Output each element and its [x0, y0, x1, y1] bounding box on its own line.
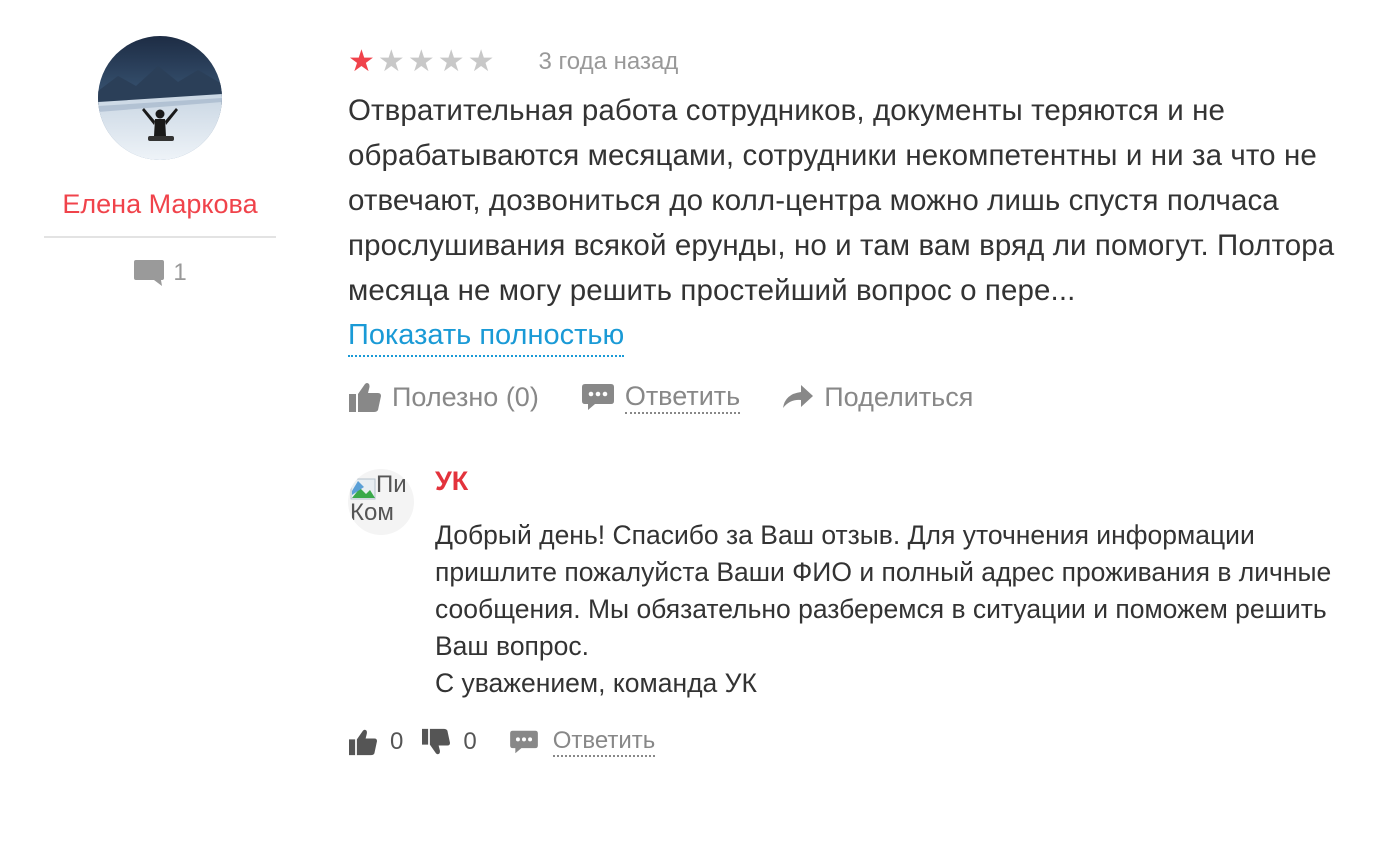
- thumbs-up-icon: [349, 383, 381, 412]
- reply-button[interactable]: Ответить: [581, 380, 741, 414]
- reply-text-signature: С уважением, команда УК: [435, 668, 757, 698]
- comment-icon: [509, 730, 538, 754]
- helpful-button[interactable]: Полезно (0): [348, 381, 539, 413]
- thumbs-down-icon: [422, 728, 451, 755]
- review-text: Отвратительная работа сотрудников, докум…: [348, 94, 1335, 307]
- dislike-count: 0: [463, 728, 477, 755]
- author-reviews-count[interactable]: 1: [44, 258, 276, 288]
- reply-to-reply-button[interactable]: Ответить: [509, 727, 656, 757]
- star-icon: ★: [348, 45, 375, 78]
- company-avatar[interactable]: Пи Ком: [348, 469, 414, 535]
- star-icon: ★: [437, 45, 465, 78]
- reply-to-reply-label: Ответить: [552, 727, 656, 757]
- like-button[interactable]: 0: [348, 728, 403, 756]
- rating-stars: ★ ★ ★ ★ ★: [348, 47, 495, 77]
- star-icon: ★: [467, 45, 495, 78]
- comment-icon: [581, 384, 614, 410]
- review-meta: ★ ★ ★ ★ ★ 3 года назад: [348, 40, 1358, 84]
- share-arrow-icon: [783, 385, 814, 408]
- company-name[interactable]: УК: [435, 463, 1358, 499]
- helpful-label: Полезно (0): [392, 381, 539, 412]
- review-actions: Полезно (0) Ответить Поделиться: [348, 375, 1358, 419]
- user-photo: [98, 36, 222, 160]
- review: ★ ★ ★ ★ ★ 3 года назад Отвратительная ра…: [348, 40, 1358, 762]
- star-icon: ★: [377, 45, 405, 78]
- star-icon: ★: [407, 45, 435, 78]
- broken-image-icon: [350, 478, 376, 500]
- speech-bubble-icon: [134, 260, 165, 286]
- company-reply: Пи Ком УК Добрый день! Спасибо за Ваш от…: [348, 463, 1358, 762]
- share-button[interactable]: Поделиться: [782, 382, 973, 413]
- dislike-button[interactable]: 0: [421, 728, 477, 756]
- reviews-count-value: 1: [173, 259, 187, 286]
- reply-text: Добрый день! Спасибо за Ваш отзыв. Для у…: [435, 517, 1358, 702]
- thumbs-up-icon: [349, 729, 377, 756]
- company-avatar-alt-line1: Пи: [376, 471, 407, 498]
- author-divider: [44, 236, 276, 238]
- author-avatar[interactable]: [98, 36, 222, 160]
- reply-text-paragraph: Добрый день! Спасибо за Ваш отзыв. Для у…: [435, 520, 1332, 661]
- like-count: 0: [390, 728, 404, 755]
- review-date: 3 года назад: [538, 48, 679, 75]
- show-more-link[interactable]: Показать полностью: [348, 315, 625, 357]
- author-name[interactable]: Елена Маркова: [44, 186, 276, 222]
- reply-label: Ответить: [624, 380, 741, 414]
- author-panel: Елена Маркова 1: [44, 36, 276, 288]
- share-label: Поделиться: [824, 381, 974, 412]
- reply-actions: 0 0 Ответить: [348, 722, 1358, 762]
- company-avatar-alt-line2: Ком: [350, 499, 394, 526]
